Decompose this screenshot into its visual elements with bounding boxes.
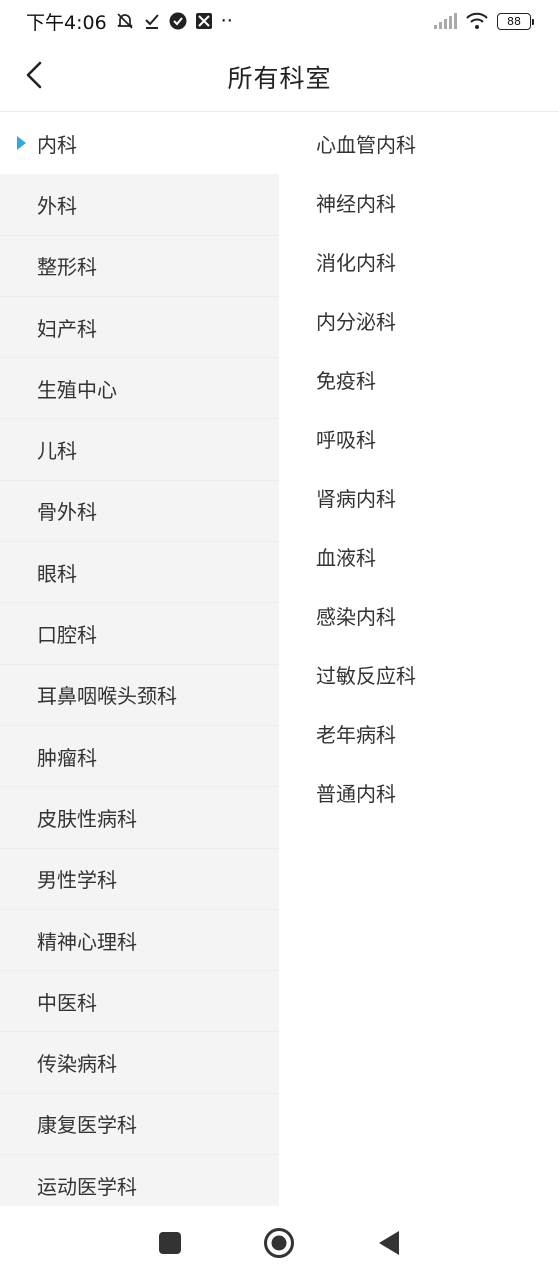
status-right: 88 <box>433 12 534 30</box>
category-item[interactable]: 肿瘤科 <box>0 726 279 788</box>
page-title: 所有科室 <box>227 63 332 93</box>
category-item[interactable]: 精神心理科 <box>0 910 279 972</box>
category-label: 男性学科 <box>37 868 117 893</box>
category-item[interactable]: 生殖中心 <box>0 358 279 420</box>
status-time: 下午4:06 <box>26 11 107 34</box>
system-nav-bar <box>0 1206 559 1280</box>
subcategory-item[interactable]: 感染内科 <box>279 586 559 645</box>
status-bar: 下午4:06 ·· 88 <box>0 0 559 42</box>
mute-icon <box>115 11 135 31</box>
recents-button[interactable] <box>148 1221 192 1265</box>
category-label: 中医科 <box>37 990 97 1015</box>
category-item[interactable]: 骨外科 <box>0 481 279 543</box>
signal-icon <box>433 13 457 29</box>
recents-icon <box>158 1232 181 1254</box>
subcategory-item[interactable]: 内分泌科 <box>279 291 559 350</box>
home-button[interactable] <box>257 1221 301 1265</box>
subcategory-item[interactable]: 肾病内科 <box>279 468 559 527</box>
content: 内科 外科 整形科 妇产科 生殖中心 儿科 骨外科 眼科 口腔科 耳鼻咽喉头颈科… <box>0 113 559 1217</box>
check-circle-icon <box>169 12 187 30</box>
category-item[interactable]: 康复医学科 <box>0 1094 279 1156</box>
back-button[interactable] <box>14 55 54 95</box>
category-item[interactable]: 眼科 <box>0 542 279 604</box>
category-item[interactable]: 耳鼻咽喉头颈科 <box>0 665 279 726</box>
category-label: 口腔科 <box>37 623 97 648</box>
category-label: 康复医学科 <box>37 1113 137 1138</box>
category-item[interactable]: 中医科 <box>0 971 279 1033</box>
nav-back-button[interactable] <box>367 1221 411 1265</box>
status-left: 下午4:06 ·· <box>26 8 233 35</box>
wifi-icon <box>465 12 489 30</box>
subcategory-item[interactable]: 免疫科 <box>279 350 559 409</box>
subcategory-item[interactable]: 老年病科 <box>279 704 559 763</box>
app-icon <box>195 12 213 30</box>
category-item[interactable]: 外科 <box>0 174 279 236</box>
category-item[interactable]: 皮肤性病科 <box>0 787 279 849</box>
subcategory-item[interactable]: 心血管内科 <box>279 114 559 173</box>
category-label: 骨外科 <box>37 500 97 525</box>
battery-icon: 88 <box>497 12 534 30</box>
category-label: 皮肤性病科 <box>37 806 137 831</box>
chevron-left-icon <box>26 61 42 89</box>
category-label: 生殖中心 <box>37 377 117 402</box>
download-done-icon <box>143 12 161 30</box>
subcategory-item[interactable]: 普通内科 <box>279 763 559 822</box>
category-label: 耳鼻咽喉头颈科 <box>37 684 177 709</box>
screen: 下午4:06 ·· 88 所有科室 内科 外科 整形科 妇产科 生殖中心 儿科 … <box>0 0 559 1280</box>
category-item-internal-medicine[interactable]: 内科 <box>0 113 279 175</box>
category-label: 眼科 <box>37 561 77 586</box>
category-label: 精神心理科 <box>37 929 137 954</box>
subcategory-item[interactable]: 呼吸科 <box>279 409 559 468</box>
category-label: 外科 <box>37 193 77 218</box>
category-item[interactable]: 口腔科 <box>0 603 279 665</box>
category-label: 内科 <box>37 132 77 157</box>
category-label: 运动医学科 <box>37 1174 137 1199</box>
home-icon <box>264 1228 295 1258</box>
category-item[interactable]: 妇产科 <box>0 297 279 359</box>
status-more: ·· <box>220 10 233 32</box>
subcategory-item[interactable]: 过敏反应科 <box>279 645 559 704</box>
back-icon <box>379 1231 400 1255</box>
subcategory-item[interactable]: 神经内科 <box>279 173 559 232</box>
category-label: 肿瘤科 <box>37 745 97 770</box>
category-item[interactable]: 整形科 <box>0 236 279 297</box>
category-item[interactable]: 传染病科 <box>0 1032 279 1094</box>
subcategory-item[interactable]: 消化内科 <box>279 232 559 291</box>
category-label: 妇产科 <box>37 316 97 341</box>
active-marker-icon <box>17 136 26 151</box>
category-label: 整形科 <box>37 255 97 280</box>
header: 所有科室 <box>0 42 559 112</box>
category-list: 内科 外科 整形科 妇产科 生殖中心 儿科 骨外科 眼科 口腔科 耳鼻咽喉头颈科… <box>0 113 279 1217</box>
subcategory-list: 心血管内科 神经内科 消化内科 内分泌科 免疫科 呼吸科 肾病内科 血液科 感染… <box>279 113 559 1206</box>
subcategory-item[interactable]: 血液科 <box>279 527 559 586</box>
category-label: 儿科 <box>37 439 77 464</box>
category-item[interactable]: 男性学科 <box>0 849 279 910</box>
category-item[interactable]: 儿科 <box>0 419 279 481</box>
category-label: 传染病科 <box>37 1052 117 1077</box>
